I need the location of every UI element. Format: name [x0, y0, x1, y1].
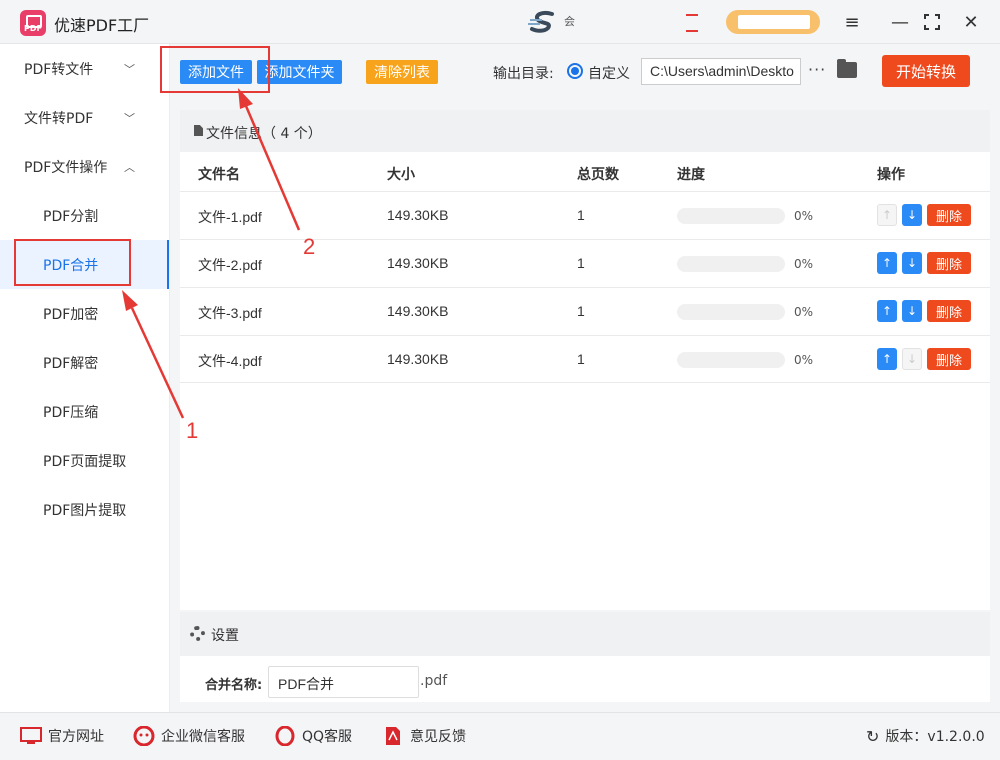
annotation-step-2: 2: [303, 234, 316, 259]
annotation-step-1: 1: [186, 418, 199, 443]
annotation-arrows: [122, 88, 301, 419]
